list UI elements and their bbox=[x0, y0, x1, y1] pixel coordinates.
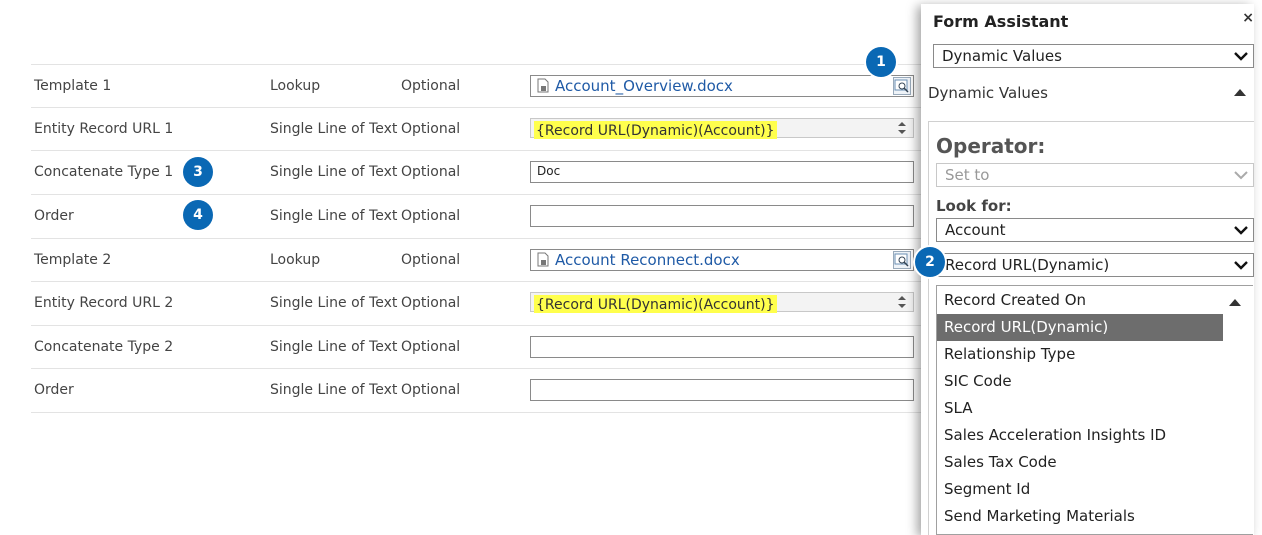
dynamic-value-field[interactable]: {Record URL(Dynamic)(Account)} bbox=[530, 292, 914, 313]
form-row: Template 2 Lookup Optional Account Reconne… bbox=[31, 238, 921, 282]
chevron-down-icon bbox=[1234, 52, 1248, 61]
spinner-icon[interactable] bbox=[897, 293, 907, 311]
attribute-value: Record URL(Dynamic) bbox=[945, 256, 1110, 274]
form-assistant-title: Form Assistant bbox=[933, 12, 1069, 31]
chevron-down-icon bbox=[1234, 261, 1248, 270]
field-name: Template 2 bbox=[34, 252, 112, 268]
mode-dropdown[interactable]: Dynamic Values bbox=[933, 44, 1254, 68]
chevron-down-icon bbox=[1234, 171, 1248, 180]
text-input-value: Doc bbox=[537, 164, 561, 178]
list-item[interactable]: Record Created On bbox=[937, 287, 1223, 314]
dynamic-value-text: {Record URL(Dynamic)(Account)} bbox=[534, 121, 777, 139]
callout-badge-4: 4 bbox=[183, 200, 213, 230]
operator-label: Operator: bbox=[936, 134, 1046, 158]
chevron-down-icon bbox=[1234, 226, 1248, 235]
field-name: Template 1 bbox=[34, 78, 112, 94]
spinner-icon[interactable] bbox=[897, 119, 907, 137]
field-requirement: Optional bbox=[401, 252, 461, 268]
field-type: Single Line of Text bbox=[270, 295, 398, 311]
mode-dropdown-value: Dynamic Values bbox=[942, 47, 1062, 65]
form-row: Concatenate Type 1 Single Line of Text Opt… bbox=[31, 150, 921, 194]
lookup-search-button[interactable] bbox=[893, 77, 911, 95]
scroll-up-icon[interactable] bbox=[1229, 298, 1241, 306]
callout-badge-3: 3 bbox=[183, 157, 213, 187]
field-name: Concatenate Type 2 bbox=[34, 339, 174, 355]
caret-up-icon[interactable] bbox=[1234, 88, 1246, 96]
field-requirement: Optional bbox=[401, 382, 461, 398]
lookup-icon bbox=[894, 79, 909, 93]
form-row: Template 1 Lookup Optional Account_Overvie… bbox=[31, 64, 921, 108]
lookup-field[interactable]: Account_Overview.docx bbox=[530, 75, 914, 97]
text-input[interactable] bbox=[530, 336, 914, 358]
lookup-field[interactable]: Account Reconnect.docx bbox=[530, 249, 914, 271]
list-item[interactable]: Relationship Type bbox=[937, 341, 1223, 368]
field-type: Single Line of Text bbox=[270, 121, 398, 137]
document-icon bbox=[537, 78, 549, 93]
field-requirement: Optional bbox=[401, 121, 461, 137]
field-requirement: Optional bbox=[401, 164, 461, 180]
field-type: Lookup bbox=[270, 252, 321, 268]
text-input[interactable]: Doc bbox=[530, 161, 914, 183]
field-name: Concatenate Type 1 bbox=[34, 164, 174, 180]
form-row: Order Single Line of Text Optional bbox=[31, 194, 921, 238]
field-type: Single Line of Text bbox=[270, 164, 398, 180]
form-row: Entity Record URL 1 Single Line of Text Op… bbox=[31, 107, 921, 151]
field-name: Entity Record URL 1 bbox=[34, 121, 174, 137]
dynamic-values-section-header[interactable]: Dynamic Values bbox=[928, 84, 1048, 102]
list-item[interactable]: SLA bbox=[937, 395, 1223, 422]
field-name: Order bbox=[34, 382, 74, 398]
callout-badge-2: 2 bbox=[915, 247, 945, 277]
operator-dropdown[interactable]: Set to bbox=[936, 163, 1254, 187]
dynamic-value-field[interactable]: {Record URL(Dynamic)(Account)} bbox=[530, 118, 914, 139]
look-for-value: Account bbox=[945, 221, 1006, 239]
field-type: Single Line of Text bbox=[270, 339, 398, 355]
dynamic-value-text: {Record URL(Dynamic)(Account)} bbox=[534, 295, 777, 313]
field-requirement: Optional bbox=[401, 78, 461, 94]
field-requirement: Optional bbox=[401, 295, 461, 311]
list-item[interactable]: Send Marketing Materials bbox=[937, 503, 1223, 530]
list-item[interactable]: Record URL(Dynamic) bbox=[937, 314, 1223, 341]
field-type: Single Line of Text bbox=[270, 208, 398, 224]
lookup-value-link[interactable]: Account_Overview.docx bbox=[537, 76, 733, 96]
form-row: Concatenate Type 2 Single Line of Text Opt… bbox=[31, 325, 921, 369]
field-type: Lookup bbox=[270, 78, 321, 94]
callout-badge-1: 1 bbox=[866, 47, 896, 77]
field-name: Entity Record URL 2 bbox=[34, 295, 174, 311]
look-for-dropdown[interactable]: Account bbox=[936, 218, 1254, 242]
form-row: Order Single Line of Text Optional bbox=[31, 368, 921, 413]
close-icon[interactable]: × bbox=[1242, 10, 1254, 26]
attribute-listbox[interactable]: Record Created On Record URL(Dynamic) Rela… bbox=[936, 285, 1253, 535]
look-for-label: Look for: bbox=[936, 197, 1012, 215]
text-input[interactable] bbox=[530, 379, 914, 401]
operator-value: Set to bbox=[945, 166, 990, 184]
list-item[interactable]: Segment Id bbox=[937, 476, 1223, 503]
lookup-value-link[interactable]: Account Reconnect.docx bbox=[537, 250, 740, 270]
attribute-dropdown[interactable]: Record URL(Dynamic) bbox=[936, 253, 1254, 277]
list-item[interactable]: Sales Tax Code bbox=[937, 449, 1223, 476]
list-item[interactable]: Sales Acceleration Insights ID bbox=[937, 422, 1223, 449]
field-type: Single Line of Text bbox=[270, 382, 398, 398]
field-requirement: Optional bbox=[401, 208, 461, 224]
lookup-icon bbox=[894, 253, 909, 267]
form-row: Entity Record URL 2 Single Line of Text Op… bbox=[31, 281, 921, 325]
document-icon bbox=[537, 252, 549, 267]
field-requirement: Optional bbox=[401, 339, 461, 355]
text-input[interactable] bbox=[530, 205, 914, 227]
list-item[interactable]: SIC Code bbox=[937, 368, 1223, 395]
field-name: Order bbox=[34, 208, 74, 224]
lookup-search-button[interactable] bbox=[893, 251, 911, 269]
form-assistant-panel: Form Assistant × Dynamic Values Dynamic … bbox=[921, 4, 1254, 535]
